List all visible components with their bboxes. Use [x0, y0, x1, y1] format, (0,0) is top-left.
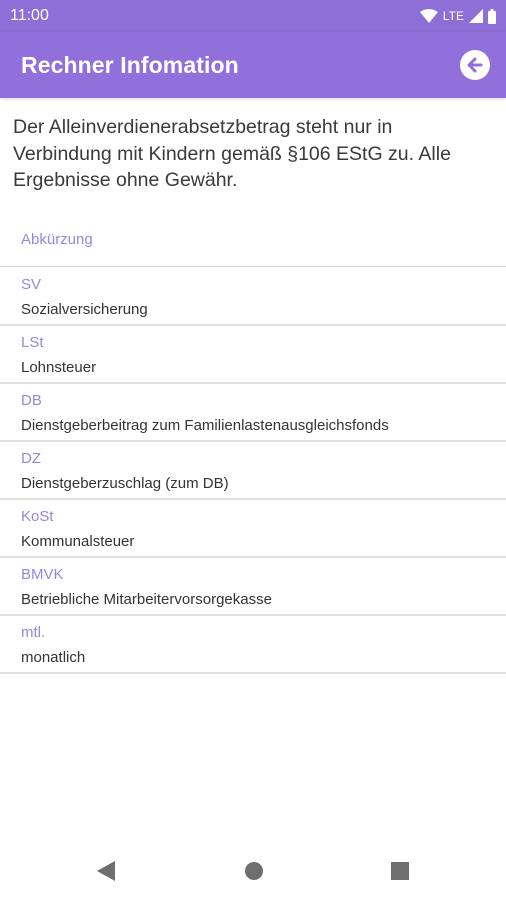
- signal-icon: [469, 9, 483, 23]
- list-header: Abkürzung: [0, 225, 506, 267]
- abbreviation: SV: [21, 276, 42, 293]
- list-item: KoSt Kommunalsteuer: [0, 500, 506, 558]
- back-button[interactable]: [460, 50, 490, 80]
- list-item: LSt Lohnsteuer: [0, 326, 506, 384]
- abbreviation-description: Sozialversicherung: [21, 301, 148, 318]
- abbreviation: DB: [21, 392, 42, 409]
- circle-home-icon: [245, 862, 263, 880]
- system-navigation-bar: [0, 840, 506, 900]
- wifi-icon: [419, 9, 438, 23]
- network-type-label: LTE: [442, 9, 464, 23]
- abbreviation-description: Betriebliche Mitarbeitervorsorgekasse: [21, 591, 272, 608]
- nav-home-button[interactable]: [244, 860, 264, 887]
- abbreviation-description: Kommunalsteuer: [21, 533, 135, 550]
- list-header-label: Abkürzung: [21, 231, 93, 248]
- abbreviation: mtl.: [21, 624, 46, 641]
- status-time: 11:00: [10, 7, 49, 24]
- intro-text: Der Alleinverdienerabsetzbetrag steht nu…: [13, 116, 451, 191]
- triangle-back-icon: [97, 861, 115, 881]
- status-icons: LTE: [419, 8, 496, 24]
- abbreviation-description: monatlich: [21, 649, 86, 666]
- nav-back-button[interactable]: [96, 860, 116, 887]
- list-item: SV Sozialversicherung: [0, 268, 506, 326]
- abbreviation: BMVK: [21, 566, 64, 583]
- list-item: mtl. monatlich: [0, 616, 506, 674]
- abbreviation-list: SV Sozialversicherung LSt Lohnsteuer DB …: [0, 268, 506, 674]
- status-bar: 11:00 LTE: [0, 0, 506, 32]
- battery-icon: [488, 8, 496, 24]
- abbreviation-description: Lohnsteuer: [21, 359, 97, 376]
- app-bar: Rechner Infomation: [0, 32, 506, 98]
- abbreviation-description: Dienstgeberbeitrag zum Familienlastenaus…: [21, 417, 389, 434]
- abbreviation: LSt: [21, 334, 44, 351]
- abbreviation: KoSt: [21, 508, 54, 525]
- list-item: DB Dienstgeberbeitrag zum Familienlasten…: [0, 384, 506, 442]
- page-title: Rechner Infomation: [21, 51, 239, 78]
- abbreviation: DZ: [21, 450, 41, 467]
- list-item: DZ Dienstgeberzuschlag (zum DB): [0, 442, 506, 500]
- square-recents-icon: [391, 862, 409, 880]
- list-item: BMVK Betriebliche Mitarbeitervorsorgekas…: [0, 558, 506, 616]
- arrow-left-circle-icon: [467, 57, 483, 73]
- abbreviation-description: Dienstgeberzuschlag (zum DB): [21, 475, 229, 492]
- nav-recents-button[interactable]: [390, 860, 410, 887]
